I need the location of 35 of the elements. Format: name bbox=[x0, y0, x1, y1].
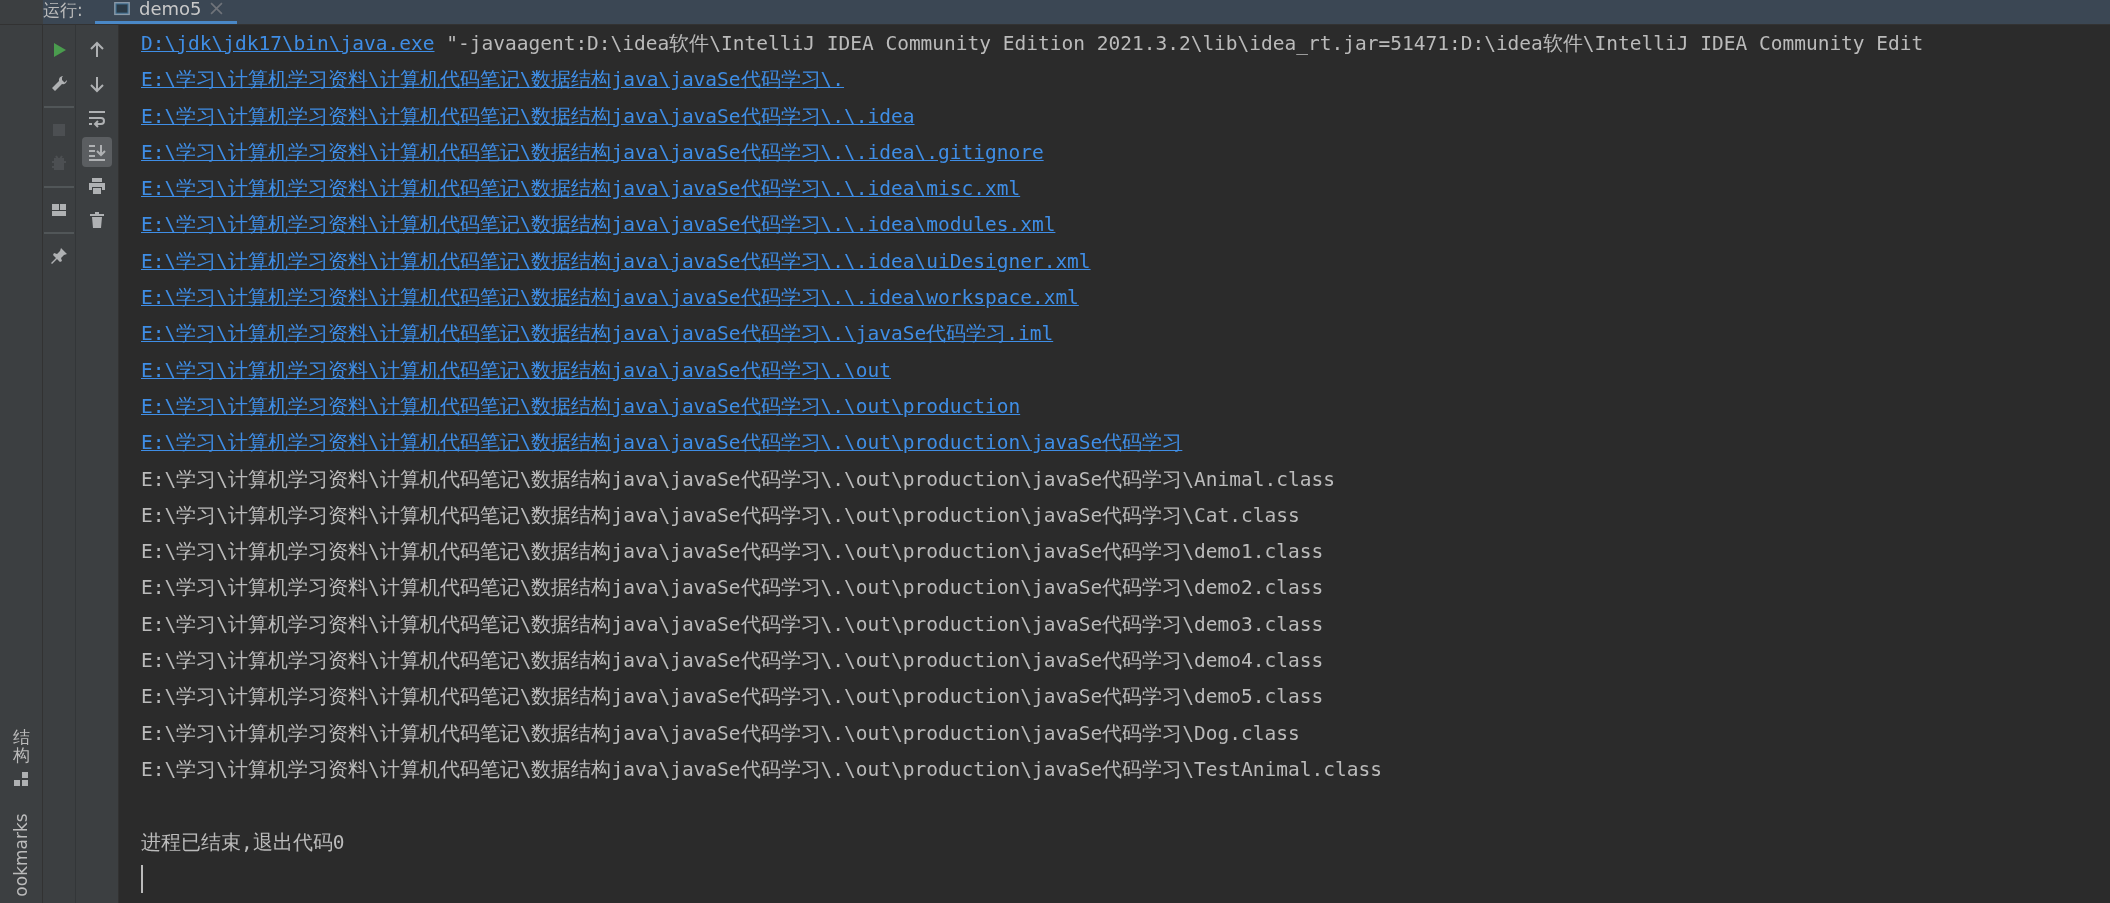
console-text: E:\学习\计算机学习资料\计算机代码笔记\数据结构java\javaSe代码学习\.\out\production\javaSe代码学习\demo1.class bbox=[141, 539, 1324, 566]
run-tab[interactable]: demo5 bbox=[95, 0, 237, 24]
console-text: E:\学习\计算机学习资料\计算机代码笔记\数据结构java\javaSe代码学习\.\out\production\javaSe代码学习\demo5.class bbox=[141, 684, 1324, 711]
console-icon bbox=[113, 0, 131, 18]
console-text: E:\学习\计算机学习资料\计算机代码笔记\数据结构java\javaSe代码学习\.\out\production\javaSe代码学习\demo2.class bbox=[141, 575, 1324, 602]
pin-icon[interactable] bbox=[49, 246, 69, 266]
path-link[interactable]: E:\学习\计算机学习资料\计算机代码笔记\数据结构java\javaSe代码学习\.\out bbox=[141, 352, 892, 389]
path-link[interactable]: D:\jdk\jdk17\bin\java.exe bbox=[141, 26, 435, 63]
console-text: E:\学习\计算机学习资料\计算机代码笔记\数据结构java\javaSe代码学习\.\out\production\javaSe代码学习\demo3.class bbox=[141, 611, 1324, 638]
run-label: 运行: bbox=[43, 0, 84, 22]
trash-icon[interactable] bbox=[87, 210, 107, 230]
console-text: E:\学习\计算机学习资料\计算机代码笔记\数据结构java\javaSe代码学习\.\out\production\javaSe代码学习\Animal.class bbox=[141, 466, 1335, 493]
console-text: "-javaagent:D:\idea软件\IntelliJ IDEA Community Edition 2021.3.2\lib\idea_rt.jar=51471:D:\idea软件\IntelliJ IDEA Community Edit bbox=[445, 31, 1924, 57]
console-text: E:\学习\计算机学习资料\计算机代码笔记\数据结构java\javaSe代码学习\.\out\production\javaSe代码学习\TestAnimal.class bbox=[141, 756, 1382, 783]
path-link[interactable]: E:\学习\计算机学习资料\计算机代码笔记\数据结构java\javaSe代码学习\.\.idea\misc.xml bbox=[141, 171, 1021, 208]
path-link[interactable]: E:\学习\计算机学习资料\计算机代码笔记\数据结构java\javaSe代码学习\.\.idea bbox=[141, 98, 915, 135]
console-text: E:\学习\计算机学习资料\计算机代码笔记\数据结构java\javaSe代码学习\.\out\production\javaSe代码学习\demo4.class bbox=[141, 648, 1324, 675]
console-text: E:\学习\计算机学习资料\计算机代码笔记\数据结构java\javaSe代码学习\.\out\production\javaSe代码学习\Dog.class bbox=[141, 720, 1300, 747]
printer-icon[interactable] bbox=[87, 176, 107, 196]
soft-wrap-icon[interactable] bbox=[87, 108, 107, 128]
console-text: E:\学习\计算机学习资料\计算机代码笔记\数据结构java\javaSe代码学习\.\out\production\javaSe代码学习\Cat.class bbox=[141, 502, 1300, 529]
structure-tab[interactable]: 结构 bbox=[12, 727, 30, 765]
path-link[interactable]: E:\学习\计算机学习资料\计算机代码笔记\数据结构java\javaSe代码学习\.\javaSe代码学习.iml bbox=[141, 316, 1054, 353]
bookmarks-tab[interactable]: ookmarks bbox=[11, 813, 31, 897]
path-link[interactable]: E:\学习\计算机学习资料\计算机代码笔记\数据结构java\javaSe代码学习\.\.idea\modules.xml bbox=[141, 207, 1056, 244]
path-link[interactable]: E:\学习\计算机学习资料\计算机代码笔记\数据结构java\javaSe代码学习\.\.idea\uiDesigner.xml bbox=[141, 243, 1091, 281]
path-link[interactable]: E:\学习\计算机学习资料\计算机代码笔记\数据结构java\javaSe代码学习\.\.idea\workspace.xml bbox=[141, 280, 1079, 317]
path-link[interactable]: E:\学习\计算机学习资料\计算机代码笔记\数据结构java\javaSe代码学习\.\.idea\.gitignore bbox=[141, 134, 1044, 172]
console-text: 进程已结束,退出代码0 bbox=[141, 829, 345, 856]
path-link[interactable]: E:\学习\计算机学习资料\计算机代码笔记\数据结构java\javaSe代码学习\. bbox=[141, 62, 845, 99]
structure-icon bbox=[11, 769, 31, 789]
scroll-to-end-icon[interactable] bbox=[82, 137, 112, 167]
path-link[interactable]: E:\学习\计算机学习资料\计算机代码笔记\数据结构java\javaSe代码学习\.\out\production\javaSe代码学习 bbox=[141, 425, 1183, 462]
arrow-down-icon[interactable] bbox=[87, 74, 107, 94]
path-link[interactable]: E:\学习\计算机学习资料\计算机代码笔记\数据结构java\javaSe代码学习\.\out\production bbox=[141, 388, 1021, 426]
